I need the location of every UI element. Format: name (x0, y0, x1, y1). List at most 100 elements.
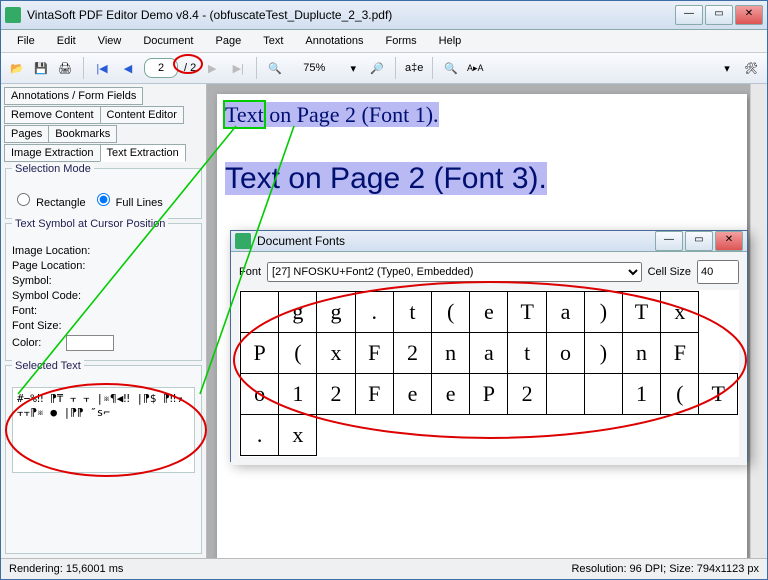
tab-bookmarks[interactable]: Bookmarks (48, 125, 117, 143)
tab-annotations-form-fields[interactable]: Annotations / Form Fields (4, 87, 143, 105)
glyph-cell[interactable]: e (393, 374, 431, 415)
tab-text-extraction[interactable]: Text Extraction (100, 144, 186, 162)
glyph-cell[interactable]: ) (585, 333, 623, 374)
dialog-icon (235, 233, 251, 249)
app-icon (5, 7, 21, 23)
prev-page-icon[interactable]: ◀ (118, 58, 138, 78)
font-label: Font (239, 266, 261, 278)
glyph-cell[interactable]: . (355, 292, 393, 333)
glyph-cell[interactable]: o (546, 333, 584, 374)
document-fonts-dialog[interactable]: Document Fonts — ▭ ✕ Font [27] NFOSKU+Fo… (230, 230, 748, 462)
glyph-cell[interactable]: 2 (508, 374, 546, 415)
tab-image-extraction[interactable]: Image Extraction (4, 144, 101, 162)
glyph-cell[interactable]: t (393, 292, 431, 333)
last-page-icon[interactable]: ▶| (228, 58, 248, 78)
maximize-button[interactable]: ▭ (705, 5, 733, 25)
menu-annotations[interactable]: Annotations (295, 33, 373, 49)
menu-edit[interactable]: Edit (47, 33, 86, 49)
cellsize-label: Cell Size (648, 266, 691, 278)
glyph-cell[interactable]: a (546, 292, 584, 333)
text-tool-icon[interactable]: a‡e (404, 58, 424, 78)
save-icon[interactable]: 💾 (31, 58, 51, 78)
glyph-cell[interactable]: n (622, 333, 660, 374)
page-number-input[interactable] (144, 58, 178, 78)
glyph-cell[interactable]: T (699, 374, 738, 415)
glyph-cell[interactable]: g (317, 292, 355, 333)
find-icon[interactable]: A▸A (465, 58, 485, 78)
menu-file[interactable]: File (7, 33, 45, 49)
label-page-location: Page Location: (12, 260, 195, 272)
glyph-cell[interactable]: o (241, 374, 279, 415)
glyph-cell[interactable]: F (661, 333, 699, 374)
font-select[interactable]: [27] NFOSKU+Font2 (Type0, Embedded) (267, 262, 642, 282)
minimize-button[interactable]: — (675, 5, 703, 25)
glyph-cell[interactable]: ( (279, 333, 317, 374)
zoom-level[interactable]: 75% (289, 62, 339, 74)
selection-mode-group: Selection Mode Rectangle Full Lines (5, 168, 202, 219)
glyph-cell[interactable]: x (279, 415, 317, 456)
titlebar: VintaSoft PDF Editor Demo v8.4 - (obfusc… (1, 1, 767, 30)
search-icon[interactable]: 🔍 (441, 58, 461, 78)
zoom-dropdown-icon[interactable]: ▾ (343, 58, 363, 78)
glyph-cell[interactable]: P (470, 374, 508, 415)
vertical-scrollbar[interactable] (750, 84, 767, 558)
menu-forms[interactable]: Forms (376, 33, 427, 49)
print-icon[interactable]: 🖨 (55, 58, 75, 78)
glyph-cell[interactable]: g (279, 292, 317, 333)
glyph-cell[interactable] (241, 292, 279, 333)
glyph-cell[interactable]: 1 (622, 374, 660, 415)
glyph-cell[interactable]: 2 (317, 374, 355, 415)
glyph-cell[interactable]: e (432, 374, 470, 415)
glyph-cell[interactable]: ) (585, 292, 623, 333)
menu-help[interactable]: Help (429, 33, 472, 49)
glyph-cell[interactable]: a (470, 333, 508, 374)
glyph-cell[interactable]: F (355, 333, 393, 374)
glyph-cell[interactable]: P (241, 333, 279, 374)
menubar: File Edit View Document Page Text Annota… (1, 30, 767, 53)
settings-icon[interactable]: 🛠 (741, 58, 761, 78)
glyph-cell[interactable]: x (661, 292, 699, 333)
glyph-cell[interactable]: F (355, 374, 393, 415)
next-page-icon[interactable]: ▶ (202, 58, 222, 78)
label-font-size: Font Size: (12, 320, 195, 332)
radio-rectangle[interactable]: Rectangle (12, 190, 86, 209)
page-text-line1: Text on Page 2 (Font 1). (225, 102, 439, 128)
zoom-in-icon[interactable]: 🔎 (367, 58, 387, 78)
radio-full-lines[interactable]: Full Lines (92, 190, 163, 209)
dialog-maximize-button[interactable]: ▭ (685, 231, 713, 251)
menu-text[interactable]: Text (253, 33, 293, 49)
menu-document[interactable]: Document (133, 33, 203, 49)
glyph-cell[interactable]: ( (661, 374, 699, 415)
zoom-out-icon[interactable]: 🔍 (265, 58, 285, 78)
glyph-cell[interactable]: T (508, 292, 546, 333)
dialog-close-button[interactable]: ✕ (715, 231, 743, 251)
glyph-cell[interactable]: 2 (393, 333, 431, 374)
first-page-icon[interactable]: |◀ (92, 58, 112, 78)
close-button[interactable]: ✕ (735, 5, 763, 25)
tab-pages[interactable]: Pages (4, 125, 49, 143)
tab-content-editor[interactable]: Content Editor (100, 106, 184, 124)
glyph-cell[interactable]: ( (432, 292, 470, 333)
status-resolution: Resolution: 96 DPI; Size: 794x1123 px (571, 563, 759, 575)
page-navigation: |◀ ◀ / 2 ▶ ▶| (92, 58, 248, 78)
label-image-location: Image Location: (12, 245, 195, 257)
cellsize-input[interactable] (697, 260, 739, 284)
glyph-cell[interactable]: n (432, 333, 470, 374)
glyph-cell[interactable]: . (241, 415, 279, 456)
page-text-line3: Text on Page 2 (Font 3). (225, 162, 547, 196)
glyph-cell[interactable] (546, 374, 584, 415)
tab-remove-content[interactable]: Remove Content (4, 106, 101, 124)
glyph-grid-container[interactable]: gg.t(eTa)TxP(xF2nato)nFo12FeeP21(T.x (239, 290, 739, 457)
dialog-minimize-button[interactable]: — (655, 231, 683, 251)
glyph-cell[interactable]: e (470, 292, 508, 333)
selected-text-box[interactable]: #−%‼ ⁋₸ ⫟ ⫟ |※¶◀‼ |⁋$ ⁋‼⁊ ⫟⫟⁋※ ● |⁋⁋ ″s⌐ (12, 387, 195, 473)
menu-view[interactable]: View (88, 33, 132, 49)
glyph-cell[interactable]: t (508, 333, 546, 374)
open-icon[interactable]: 📂 (7, 58, 27, 78)
glyph-cell[interactable]: x (317, 333, 355, 374)
glyph-cell[interactable]: 1 (279, 374, 317, 415)
menu-page[interactable]: Page (206, 33, 252, 49)
glyph-cell[interactable]: T (622, 292, 660, 333)
tool-dropdown-icon[interactable]: ▾ (717, 58, 737, 78)
glyph-cell[interactable] (585, 374, 623, 415)
